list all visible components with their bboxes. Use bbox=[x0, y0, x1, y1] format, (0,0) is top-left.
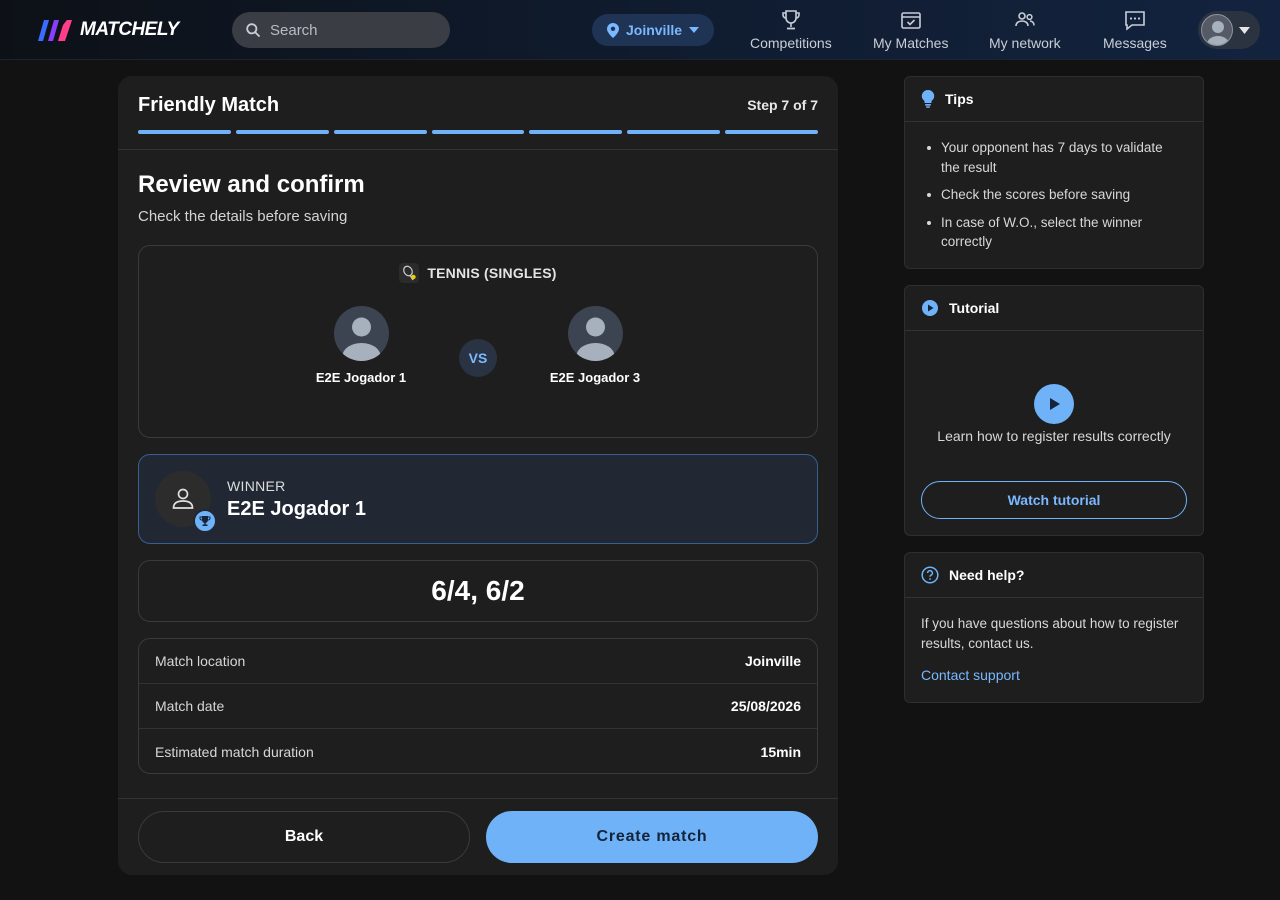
map-pin-icon bbox=[606, 22, 619, 38]
tips-list: Your opponent has 7 days to validate the… bbox=[905, 122, 1203, 252]
tips-header: Tips bbox=[905, 77, 1203, 122]
nav-my-network-label: My network bbox=[989, 35, 1061, 51]
progress-segment bbox=[725, 130, 819, 134]
progress-segment bbox=[138, 130, 231, 134]
progress-segment bbox=[333, 130, 427, 134]
match-summary-box: TENNIS (SINGLES) E2E Jogador 1 VS E2E Jo… bbox=[138, 245, 818, 438]
search-input[interactable] bbox=[270, 21, 430, 39]
player-one-name: E2E Jogador 1 bbox=[315, 370, 407, 385]
nav-messages[interactable]: Messages bbox=[1103, 8, 1167, 51]
watch-tutorial-button[interactable]: Watch tutorial bbox=[921, 481, 1187, 519]
help-panel: Need help? If you have questions about h… bbox=[904, 552, 1204, 703]
player-avatar bbox=[567, 306, 623, 361]
detail-value: 15min bbox=[760, 743, 801, 760]
detail-value: 25/08/2026 bbox=[730, 698, 801, 714]
logo[interactable]: MATCHELY bbox=[36, 17, 179, 43]
player-avatar bbox=[333, 306, 389, 361]
detail-row-location: Match location Joinville bbox=[139, 639, 817, 684]
winner-box: WINNER E2E Jogador 1 bbox=[138, 454, 818, 544]
location-label: Joinville bbox=[625, 22, 683, 38]
play-icon bbox=[1050, 398, 1060, 410]
nav-my-matches-label: My Matches bbox=[873, 35, 949, 51]
nav-my-network[interactable]: My network bbox=[989, 8, 1061, 51]
section-heading: Review and confirm bbox=[138, 171, 365, 198]
detail-label: Estimated match duration bbox=[155, 743, 314, 760]
chat-icon bbox=[1125, 11, 1145, 31]
tutorial-title: Tutorial bbox=[949, 300, 1000, 316]
detail-row-duration: Estimated match duration 15min bbox=[139, 729, 817, 773]
winner-label: WINNER bbox=[227, 478, 286, 494]
help-title: Need help? bbox=[949, 567, 1025, 583]
user-silhouette-icon bbox=[1207, 21, 1229, 45]
match-wizard-card: Friendly Match Step 7 of 7 Review and co… bbox=[118, 76, 838, 875]
divider bbox=[118, 149, 838, 150]
user-avatar bbox=[1201, 14, 1233, 46]
chevron-down-icon bbox=[689, 27, 700, 33]
tennis-racket-icon bbox=[399, 263, 420, 283]
progress-segment bbox=[431, 130, 525, 134]
nav-my-matches[interactable]: My Matches bbox=[873, 8, 948, 51]
back-button[interactable]: Back bbox=[138, 811, 470, 863]
vs-badge: VS bbox=[459, 339, 497, 377]
progress-segment bbox=[235, 130, 329, 134]
detail-label: Match location bbox=[155, 653, 246, 669]
tips-panel: Tips Your opponent has 7 days to validat… bbox=[904, 76, 1204, 269]
winner-name: E2E Jogador 1 bbox=[227, 498, 366, 520]
card-title: Friendly Match bbox=[138, 94, 280, 116]
contact-support-link[interactable]: Contact support bbox=[905, 653, 1203, 683]
detail-value: Joinville bbox=[744, 653, 801, 669]
top-navbar: MATCHELY Joinville Competitions bbox=[0, 0, 1280, 60]
divider bbox=[118, 798, 838, 799]
user-menu-button[interactable] bbox=[1198, 11, 1260, 49]
user-silhouette-icon bbox=[576, 317, 614, 361]
nav-competitions-label: Competitions bbox=[750, 35, 832, 51]
tutorial-description: Learn how to register results correctly bbox=[937, 428, 1171, 444]
sport-label-row: TENNIS (SINGLES) bbox=[139, 263, 817, 283]
logo-text: MATCHELY bbox=[80, 19, 179, 40]
player-two-name: E2E Jogador 3 bbox=[549, 370, 641, 385]
lightbulb-icon bbox=[921, 90, 935, 108]
player-one: E2E Jogador 1 bbox=[291, 306, 431, 385]
question-circle-icon bbox=[921, 566, 939, 584]
people-icon bbox=[1014, 12, 1035, 27]
logo-mark-icon bbox=[38, 20, 72, 41]
person-outline-icon bbox=[172, 488, 194, 509]
play-video-button[interactable] bbox=[1034, 384, 1074, 424]
trophy-icon bbox=[782, 10, 800, 30]
help-header: Need help? bbox=[905, 553, 1203, 598]
progress-segment bbox=[627, 130, 721, 134]
chevron-down-icon bbox=[1239, 26, 1250, 34]
search-icon bbox=[246, 23, 260, 37]
tip-item: Your opponent has 7 days to validate the… bbox=[925, 138, 1183, 177]
tip-item: In case of W.O., select the winner corre… bbox=[925, 213, 1183, 252]
trophy-icon bbox=[199, 516, 211, 526]
calendar-check-icon bbox=[900, 12, 921, 29]
create-match-button[interactable]: Create match bbox=[486, 811, 818, 863]
search-box[interactable] bbox=[232, 12, 450, 48]
sport-label: TENNIS (SINGLES) bbox=[427, 265, 557, 281]
progress-bar bbox=[138, 130, 819, 134]
match-score: 6/4, 6/2 bbox=[138, 560, 818, 622]
tips-title: Tips bbox=[945, 91, 974, 107]
nav-competitions[interactable]: Competitions bbox=[750, 8, 832, 51]
progress-segment bbox=[529, 130, 623, 134]
play-circle-icon bbox=[922, 300, 938, 316]
nav-messages-label: Messages bbox=[1103, 35, 1167, 51]
help-text: If you have questions about how to regis… bbox=[921, 616, 1179, 651]
player-two: E2E Jogador 3 bbox=[525, 306, 665, 385]
detail-row-date: Match date 25/08/2026 bbox=[139, 684, 817, 729]
tutorial-header: Tutorial bbox=[905, 286, 1203, 331]
location-selector[interactable]: Joinville bbox=[592, 14, 714, 46]
tip-item: Check the scores before saving bbox=[925, 185, 1183, 205]
match-details-table: Match location Joinville Match date 25/0… bbox=[138, 638, 818, 774]
detail-label: Match date bbox=[155, 698, 225, 714]
section-subheading: Check the details before saving bbox=[138, 208, 348, 225]
tutorial-panel: Tutorial Learn how to register results c… bbox=[904, 285, 1204, 536]
winner-trophy-badge bbox=[193, 509, 217, 533]
step-indicator: Step 7 of 7 bbox=[747, 97, 818, 113]
user-silhouette-icon bbox=[342, 317, 380, 361]
